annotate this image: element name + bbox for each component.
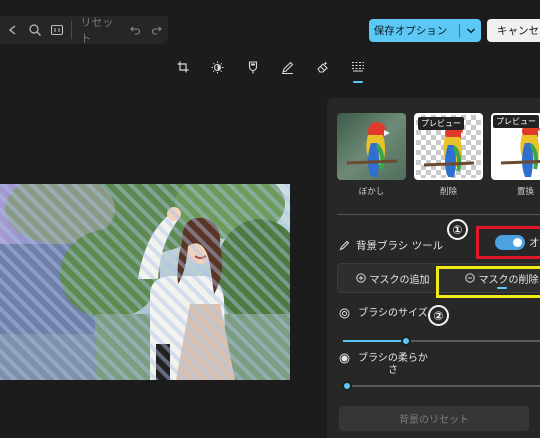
background-icon[interactable]	[345, 56, 370, 83]
blur-option-label: ぼかし	[358, 187, 385, 197]
save-button-divider	[459, 23, 461, 38]
brush-size-slider[interactable]	[343, 336, 540, 346]
photo-illustration	[0, 184, 290, 380]
cancel-button[interactable]: キャンセル	[487, 19, 540, 42]
replace-option-label: 置換	[516, 187, 534, 197]
save-options-label: 保存オプション	[373, 25, 448, 37]
plus-circle-icon	[355, 273, 366, 283]
crop-icon[interactable]	[170, 56, 195, 78]
brush-softness-label: ブラシの柔らかさ	[358, 353, 428, 376]
annotation-number-1: ①	[447, 219, 468, 240]
zoom-to-fit-icon[interactable]	[46, 18, 68, 42]
preview-badge: プレビュー	[418, 117, 464, 130]
brush-size-label: ブラシのサイズ	[358, 308, 428, 319]
brush-size-slider-fill	[343, 340, 406, 342]
redo-icon[interactable]	[146, 18, 168, 42]
erase-icon[interactable]	[310, 56, 335, 78]
annotation-yellow-box	[436, 266, 540, 298]
brush-softness-slider[interactable]	[342, 381, 540, 391]
brush-size-slider-thumb[interactable]	[401, 336, 411, 346]
brush-size-icon	[339, 308, 350, 319]
background-brush-tool-row: 背景ブラシ ツール	[339, 238, 443, 253]
brush-tool-label: 背景ブラシ ツール	[356, 240, 444, 252]
photo-editor-window: リセット 保存オプション キャンセル	[0, 0, 540, 438]
brush-icon	[339, 240, 350, 251]
annotation-number-2: ②	[428, 305, 449, 326]
blur-option-thumbnail[interactable]	[337, 113, 406, 180]
brush-size-setting: ブラシのサイズ	[339, 308, 428, 320]
filter-icon[interactable]	[240, 56, 265, 78]
panel-divider	[337, 214, 540, 215]
replace-option-thumbnail[interactable]: プレビュー	[491, 113, 540, 180]
preview-badge: プレビュー	[493, 115, 539, 128]
markup-icon[interactable]	[275, 56, 300, 78]
add-mask-button[interactable]: マスクの追加	[338, 264, 447, 292]
brush-softness-icon	[339, 353, 350, 364]
reset-button[interactable]: リセット	[76, 14, 124, 46]
remove-option-label: 削除	[439, 187, 457, 197]
brush-softness-setting: ブラシの柔らかさ	[339, 353, 428, 377]
edit-mode-bar	[170, 56, 370, 83]
brush-softness-slider-thumb[interactable]	[342, 381, 352, 391]
add-mask-label: マスクの追加	[369, 274, 430, 286]
back-arrow-icon[interactable]	[2, 18, 24, 42]
zoom-in-icon[interactable]	[24, 18, 46, 42]
chevron-down-icon[interactable]	[466, 27, 476, 35]
undo-icon[interactable]	[124, 18, 146, 42]
adjust-icon[interactable]	[205, 56, 230, 78]
annotation-red-box	[476, 226, 540, 259]
save-options-button[interactable]: 保存オプション	[369, 19, 481, 42]
toolbar-divider	[71, 21, 73, 39]
parrot-image	[346, 122, 398, 177]
canvas-image[interactable]	[0, 184, 290, 380]
reset-background-button[interactable]: 背景のリセット	[339, 406, 529, 431]
edit-toolbar: リセット	[0, 14, 168, 46]
remove-option-thumbnail[interactable]: プレビュー	[414, 113, 483, 180]
background-options: プレビュー プレビュー	[337, 113, 540, 180]
